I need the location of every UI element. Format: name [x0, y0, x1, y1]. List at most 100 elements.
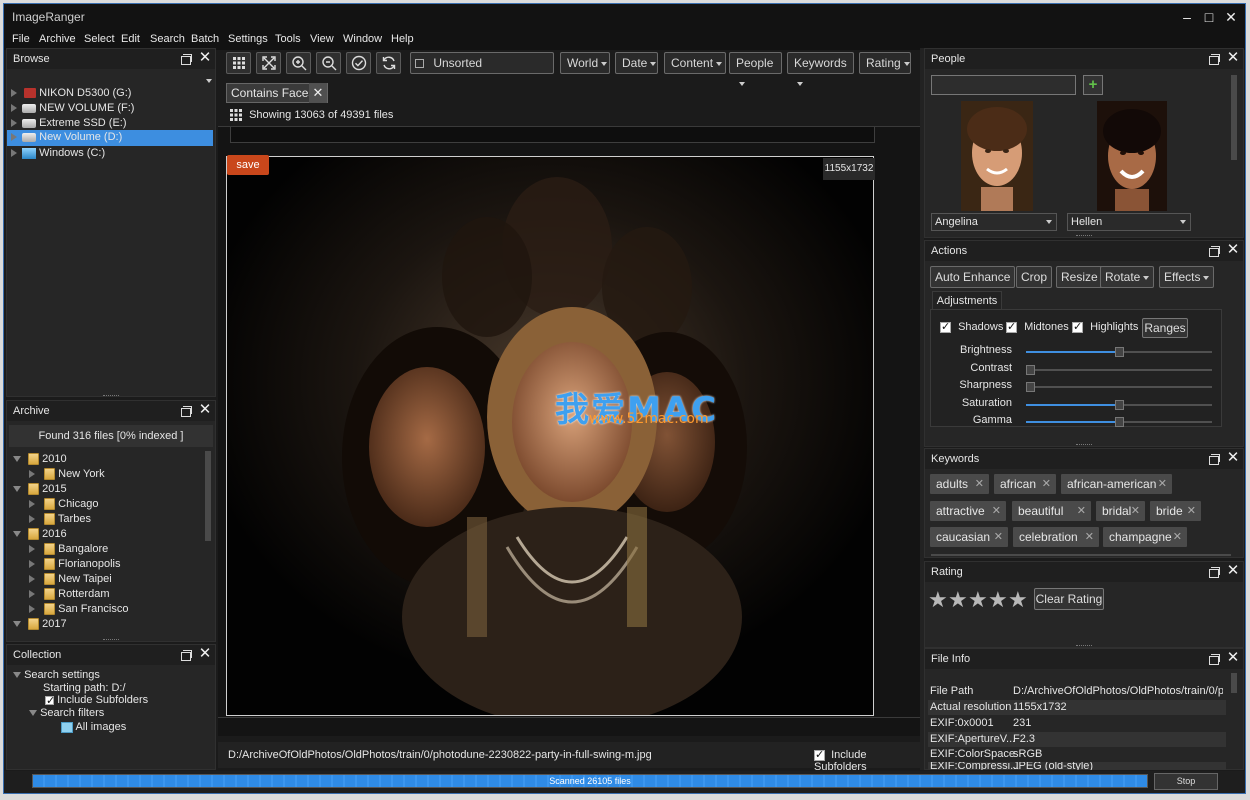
remove-filter-icon[interactable]: ✕	[309, 83, 327, 103]
auto-enhance-button[interactable]: Auto Enhance	[930, 266, 1016, 288]
collapse-icon[interactable]	[13, 486, 21, 493]
filter-rating[interactable]: Rating	[859, 52, 911, 74]
stop-button[interactable]: Stop	[1154, 773, 1218, 790]
tree-row-drive-c[interactable]: Windows (C:)	[11, 146, 105, 161]
person-thumb-hellen[interactable]	[1097, 101, 1167, 211]
fit-screen-button[interactable]	[256, 52, 281, 74]
close-panel-icon[interactable]: ✕	[1226, 650, 1240, 666]
tree-row-drive-g[interactable]: NIKON D5300 (G:)	[11, 86, 131, 101]
person-thumb-angelina[interactable]	[961, 101, 1033, 211]
save-button[interactable]: save	[227, 155, 269, 175]
zoom-in-button[interactable]	[286, 52, 311, 74]
archive-year-2015[interactable]: 2015	[13, 482, 67, 497]
star-3-icon[interactable]: ★	[968, 587, 988, 613]
collapse-icon[interactable]	[13, 672, 21, 679]
archive-folder-florianopolis[interactable]: Florianopolis	[29, 557, 121, 572]
effects-button[interactable]: Effects	[1159, 266, 1215, 288]
archive-folder-tarbes[interactable]: Tarbes	[29, 512, 91, 527]
archive-folder-new-york[interactable]: New York	[29, 467, 105, 482]
menu-search[interactable]: Search	[150, 33, 185, 45]
crop-button[interactable]: Crop	[1016, 266, 1053, 288]
search-filters-node[interactable]: Search filters	[29, 706, 104, 721]
remove-keyword-icon[interactable]: ✕	[1158, 474, 1167, 494]
expand-icon[interactable]	[11, 89, 17, 98]
slider-handle[interactable]	[1026, 382, 1035, 392]
expand-icon[interactable]	[29, 560, 35, 569]
close-panel-icon[interactable]: ✕	[1226, 50, 1240, 66]
archive-year-2017[interactable]: 2017	[13, 617, 67, 632]
remove-keyword-icon[interactable]: ✕	[994, 527, 1003, 547]
keyword-chip[interactable]: african-american ✕	[1061, 474, 1172, 494]
filter-keywords[interactable]: Keywords	[787, 52, 854, 86]
float-panel-icon[interactable]	[1207, 565, 1221, 579]
photo-frame[interactable]: 我爱MAC www.52mac.com	[226, 156, 874, 716]
file-info-scrollbar[interactable]	[1231, 673, 1237, 693]
close-panel-icon[interactable]: ✕	[198, 402, 212, 418]
contrast-slider[interactable]	[1026, 365, 1212, 375]
slider-handle[interactable]	[1026, 365, 1035, 375]
thumbnail-strip[interactable]	[230, 127, 875, 143]
keyword-chip[interactable]: celebration ✕	[1013, 527, 1099, 547]
close-panel-icon[interactable]: ✕	[1226, 563, 1240, 579]
menu-help[interactable]: Help	[391, 33, 414, 45]
menu-view[interactable]: View	[310, 33, 334, 45]
filter-content[interactable]: Content	[664, 52, 726, 74]
sharpness-slider[interactable]	[1026, 382, 1212, 392]
select-button[interactable]	[346, 52, 371, 74]
refresh-button[interactable]	[376, 52, 401, 74]
remove-keyword-icon[interactable]: ✕	[1187, 501, 1196, 521]
float-panel-icon[interactable]	[1207, 244, 1221, 258]
close-icon[interactable]: ✕	[1220, 7, 1242, 27]
expand-icon[interactable]	[29, 515, 35, 524]
archive-folder-chicago[interactable]: Chicago	[29, 497, 98, 512]
keyword-chip[interactable]: caucasian ✕	[930, 527, 1008, 547]
menu-window[interactable]: Window	[343, 33, 382, 45]
expand-icon[interactable]	[11, 133, 17, 142]
collapse-icon[interactable]	[13, 531, 21, 538]
float-panel-icon[interactable]	[179, 648, 193, 662]
keyword-chip[interactable]: african ✕	[994, 474, 1056, 494]
remove-keyword-icon[interactable]: ✕	[1131, 501, 1140, 521]
menu-file[interactable]: File	[12, 33, 30, 45]
float-panel-icon[interactable]	[179, 52, 193, 66]
filter-people[interactable]: People	[729, 52, 782, 86]
slider-handle[interactable]	[1115, 347, 1124, 357]
tree-row-drive-f[interactable]: NEW VOLUME (F:)	[11, 101, 134, 116]
highlights-checkbox[interactable]	[1072, 320, 1083, 333]
rotate-button[interactable]: Rotate	[1100, 266, 1155, 288]
zoom-out-button[interactable]	[316, 52, 341, 74]
ranges-button[interactable]: Ranges	[1142, 318, 1188, 338]
archive-scrollbar[interactable]	[205, 451, 211, 541]
collapse-icon[interactable]	[13, 621, 21, 628]
archive-folder-new-taipei[interactable]: New Taipei	[29, 572, 112, 587]
grid-view-button[interactable]	[226, 52, 251, 74]
keyword-chip[interactable]: bridal ✕	[1096, 501, 1145, 521]
remove-keyword-icon[interactable]: ✕	[975, 474, 984, 494]
saturation-slider[interactable]	[1026, 400, 1212, 410]
close-panel-icon[interactable]: ✕	[1226, 242, 1240, 258]
sort-select[interactable]: Unsorted	[410, 52, 554, 74]
float-panel-icon[interactable]	[179, 404, 193, 418]
expand-icon[interactable]	[29, 605, 35, 614]
archive-year-2016[interactable]: 2016	[13, 527, 67, 542]
minimize-icon[interactable]: –	[1176, 7, 1198, 27]
remove-keyword-icon[interactable]: ✕	[1077, 501, 1086, 521]
resize-button[interactable]: Resize	[1056, 266, 1103, 288]
include-subfolders-checkbox[interactable]	[814, 748, 825, 761]
expand-icon[interactable]	[29, 590, 35, 599]
keyword-chip[interactable]: bride ✕	[1150, 501, 1201, 521]
brightness-slider[interactable]	[1026, 347, 1212, 357]
close-panel-icon[interactable]: ✕	[1226, 450, 1240, 466]
archive-folder-bangalore[interactable]: Bangalore	[29, 542, 108, 557]
star-5-icon[interactable]: ★	[1008, 587, 1028, 613]
resize-grip[interactable]	[1076, 444, 1092, 446]
float-panel-icon[interactable]	[1207, 652, 1221, 666]
menu-archive[interactable]: Archive	[39, 33, 76, 45]
archive-year-2010[interactable]: 2010	[13, 452, 67, 467]
slider-handle[interactable]	[1115, 400, 1124, 410]
person-name-select-angelina[interactable]: Angelina	[931, 213, 1057, 231]
expand-icon[interactable]	[29, 545, 35, 554]
float-panel-icon[interactable]	[1207, 52, 1221, 66]
resize-grip[interactable]	[1076, 235, 1092, 237]
tab-adjustments[interactable]: Adjustments	[932, 291, 1002, 309]
